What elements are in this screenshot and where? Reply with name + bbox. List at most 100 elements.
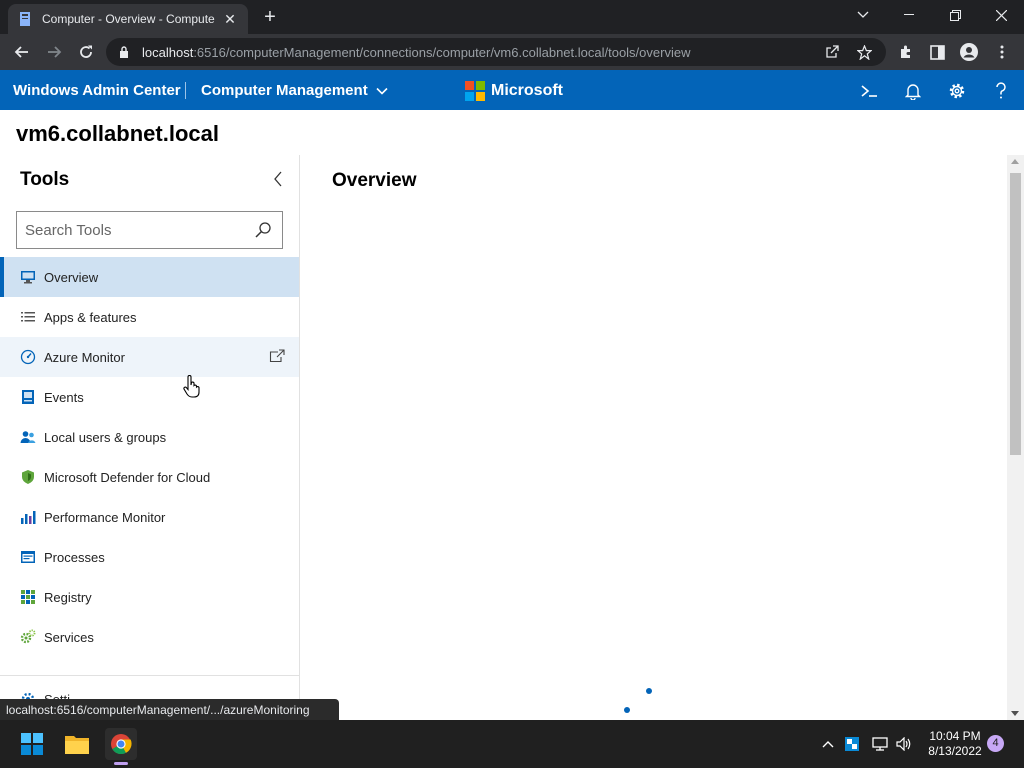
tool-item-microsoft-defender-for-cloud[interactable]: Microsoft Defender for Cloud xyxy=(0,457,299,497)
notifications-bell-icon[interactable] xyxy=(902,80,924,102)
tab-search-icon[interactable] xyxy=(840,0,886,30)
shield-icon xyxy=(20,469,36,485)
server-title: vm6.collabnet.local xyxy=(16,121,219,146)
header-divider xyxy=(185,82,186,99)
list-icon xyxy=(20,309,36,325)
registry-icon xyxy=(20,589,36,605)
server-manager-tray-icon[interactable] xyxy=(843,735,861,753)
chevron-down-icon xyxy=(376,87,388,95)
wac-header: Windows Admin Center Computer Management… xyxy=(0,70,1024,110)
wac-brand-link[interactable]: Windows Admin Center xyxy=(13,82,181,99)
tool-item-azure-monitor[interactable]: Azure Monitor xyxy=(0,337,299,377)
address-bar[interactable]: localhost:6516/computerManagement/connec… xyxy=(106,38,886,66)
tool-item-label: Apps & features xyxy=(44,309,137,325)
folder-icon xyxy=(65,736,89,754)
back-button[interactable] xyxy=(8,38,36,66)
tool-item-label: Microsoft Defender for Cloud xyxy=(44,469,211,485)
solution-label: Computer Management xyxy=(201,82,368,99)
tool-item-local-users-groups[interactable]: Local users & groups xyxy=(0,417,299,457)
extensions-icon[interactable] xyxy=(896,42,916,62)
tool-item-label: Local users & groups xyxy=(44,429,167,445)
events-icon xyxy=(20,389,36,405)
solution-switcher[interactable]: Computer Management xyxy=(201,82,388,99)
notification-count-badge[interactable]: 4 xyxy=(987,735,1004,752)
tool-item-label: Registry xyxy=(44,589,92,605)
gears-icon xyxy=(20,629,36,645)
tool-item-events[interactable]: Events xyxy=(0,377,299,417)
url-text: localhost:6516/computerManagement/connec… xyxy=(142,44,691,60)
search-tools-box xyxy=(16,211,283,249)
tool-item-apps-features[interactable]: Apps & features xyxy=(0,297,299,337)
scroll-down-arrow-icon[interactable] xyxy=(1011,711,1019,716)
clock-date: 8/13/2022 xyxy=(928,744,982,758)
loading-spinner-dot xyxy=(646,688,652,694)
tool-item-label: Processes xyxy=(44,549,105,565)
active-app-indicator xyxy=(114,762,128,765)
settings-gear-icon[interactable] xyxy=(946,80,968,102)
link-status-bubble: localhost:6516/computerManagement/.../az… xyxy=(0,699,339,720)
tool-item-label: Overview xyxy=(44,269,99,285)
tab-title: Computer - Overview - Compute xyxy=(42,12,215,26)
volume-icon[interactable] xyxy=(895,735,913,753)
tool-item-performance-monitor[interactable]: Performance Monitor xyxy=(0,497,299,537)
browser-tab-strip: Computer - Overview - Compute ✕ + xyxy=(0,0,1024,34)
profile-icon[interactable] xyxy=(959,42,979,62)
chrome-icon xyxy=(111,734,132,755)
scroll-up-arrow-icon[interactable] xyxy=(1011,159,1019,164)
file-explorer-button[interactable] xyxy=(61,728,93,760)
browser-menu-icon[interactable] xyxy=(992,42,1012,62)
windows-logo-icon xyxy=(21,733,43,755)
clock-time: 10:04 PM xyxy=(929,729,981,743)
tool-item-label: Events xyxy=(44,389,84,405)
tool-item-overview[interactable]: Overview xyxy=(0,257,299,297)
collapse-tools-button[interactable] xyxy=(268,169,288,189)
main-scrollbar[interactable] xyxy=(1007,155,1024,720)
tool-item-label: Services xyxy=(44,629,94,645)
chrome-taskbar-button[interactable] xyxy=(105,728,137,760)
lock-icon[interactable] xyxy=(118,46,130,58)
microsoft-wordmark: Microsoft xyxy=(491,82,563,99)
tool-item-registry[interactable]: Registry xyxy=(0,577,299,617)
tool-item-label: Azure Monitor xyxy=(44,349,125,365)
server-favicon-icon xyxy=(18,12,32,26)
start-button[interactable] xyxy=(16,728,48,760)
screen: Computer - Overview - Compute ✕ + localh… xyxy=(0,0,1024,768)
powershell-icon[interactable] xyxy=(858,80,880,102)
tab-close-icon[interactable]: ✕ xyxy=(222,11,238,28)
open-external-icon[interactable] xyxy=(269,349,285,365)
browser-tab[interactable]: Computer - Overview - Compute ✕ xyxy=(8,4,248,34)
chevron-left-icon xyxy=(274,171,282,187)
search-tools-input[interactable] xyxy=(25,213,245,247)
page-title: Overview xyxy=(332,170,417,191)
monitor-icon xyxy=(20,269,36,285)
processes-icon xyxy=(20,549,36,565)
scroll-thumb[interactable] xyxy=(1010,173,1021,455)
forward-button[interactable] xyxy=(40,38,68,66)
browser-toolbar: localhost:6516/computerManagement/connec… xyxy=(0,34,1024,70)
taskbar: 10:04 PM 8/13/2022 4 xyxy=(0,720,1024,768)
restore-button[interactable] xyxy=(932,0,978,30)
chart-icon xyxy=(20,509,36,525)
bookmark-star-icon[interactable] xyxy=(856,44,872,60)
taskbar-clock[interactable]: 10:04 PM 8/13/2022 xyxy=(922,729,988,759)
microsoft-logo-icon xyxy=(465,81,485,101)
search-icon[interactable] xyxy=(254,221,272,239)
minimize-button[interactable] xyxy=(886,0,932,30)
tool-item-services[interactable]: Services xyxy=(0,617,299,657)
tool-item-processes[interactable]: Processes xyxy=(0,537,299,577)
tool-list: Overview Apps & features Azure Monitor Even… xyxy=(0,257,299,657)
gauge-icon xyxy=(20,349,36,365)
share-icon[interactable] xyxy=(824,44,840,60)
hand-cursor-icon xyxy=(183,375,200,398)
reload-button[interactable] xyxy=(72,38,100,66)
tools-divider xyxy=(0,675,299,676)
network-icon[interactable] xyxy=(871,735,889,753)
loading-spinner-dot xyxy=(624,707,630,713)
new-tab-button[interactable]: + xyxy=(258,6,282,30)
tools-pane: Tools Overview Apps & features Azure Monit… xyxy=(0,155,300,720)
help-question-icon[interactable] xyxy=(990,80,1012,102)
microsoft-logo: Microsoft xyxy=(465,81,563,101)
tray-chevron-up-icon[interactable] xyxy=(819,735,837,753)
close-window-button[interactable] xyxy=(978,0,1024,30)
side-panel-icon[interactable] xyxy=(927,42,947,62)
